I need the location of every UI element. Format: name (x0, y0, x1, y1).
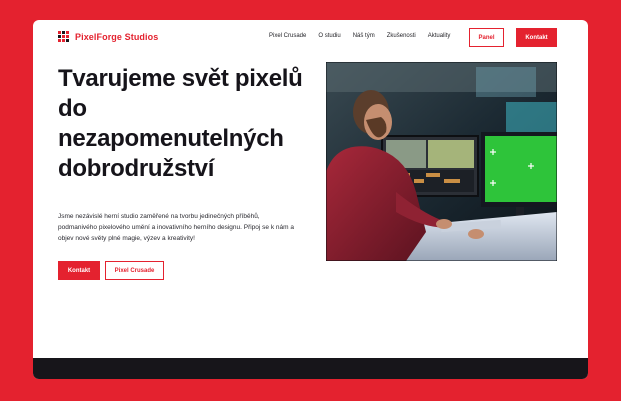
panel-button[interactable]: Panel (469, 28, 504, 47)
hero-pixel-crusade-button[interactable]: Pixel Crusade (105, 261, 164, 280)
page-card: PixelForge Studios Pixel Crusade O studi… (33, 20, 588, 379)
nav-item-zkusenosti[interactable]: Zkušenosti (387, 33, 416, 39)
nav-contact-button[interactable]: Kontakt (516, 28, 557, 47)
developer-at-workstation-illustration (326, 62, 557, 261)
pixel-logo-icon (58, 31, 70, 43)
hero-title: Tvarujeme svět pixelů do nezapomenutelný… (58, 65, 303, 182)
hero-contact-button[interactable]: Kontakt (58, 261, 100, 280)
hero-description: Jsme nezávislé herní studio zaměřené na … (58, 213, 294, 242)
brand-name: PixelForge Studios (75, 32, 159, 42)
brand-logo[interactable]: PixelForge Studios (58, 31, 158, 43)
main-nav: Pixel Crusade O studiu Náš tým Zkušenost… (269, 33, 462, 39)
nav-item-pixel-crusade[interactable]: Pixel Crusade (269, 33, 306, 39)
nav-item-nas-tym[interactable]: Náš tým (353, 33, 375, 39)
footer-bar (33, 358, 588, 379)
nav-item-o-studiu[interactable]: O studiu (318, 33, 340, 39)
hero-image (326, 62, 557, 261)
nav-item-aktuality[interactable]: Aktuality (428, 33, 451, 39)
